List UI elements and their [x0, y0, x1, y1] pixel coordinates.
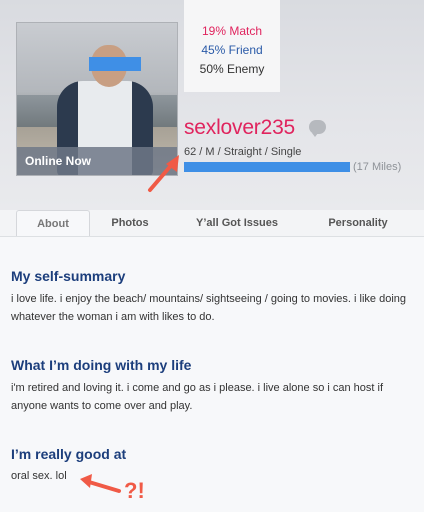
chat-bubble-icon[interactable] [309, 120, 326, 137]
photo-censor-bar [89, 57, 141, 71]
section-title-self-summary: My self-summary [11, 268, 126, 284]
match-percent: 19% Match [201, 24, 263, 38]
annotation-arrow-left-icon [80, 474, 121, 493]
tab-about[interactable]: About [16, 210, 90, 238]
username: sexlover235 [184, 116, 296, 139]
annotation-exclaim: ?! [124, 478, 145, 503]
tab-photos[interactable]: Photos [96, 210, 164, 238]
distance-bar [184, 162, 350, 172]
section-title-really-good-at: I’m really good at [11, 446, 127, 462]
profile-details: 62 / M / Straight / Single [184, 146, 302, 158]
section-text-really-good-at: oral sex. lol [11, 470, 67, 482]
distance-text: (17 Miles) [353, 161, 402, 173]
enemy-percent: 50% Enemy [199, 62, 265, 76]
tab-yall-got-issues[interactable]: Y’all Got Issues [172, 210, 302, 238]
section-title-doing-with-life: What I’m doing with my life [11, 357, 192, 373]
profile-tabs: About Photos Y’all Got Issues Personalit… [16, 210, 408, 238]
annotation-arrow-icon [148, 155, 179, 192]
section-text-self-summary: i love life. i enjoy the beach/ mountain… [11, 293, 407, 323]
friend-percent: 45% Friend [201, 43, 263, 57]
tab-personality[interactable]: Personality [308, 210, 408, 238]
match-stats: 19% Match 45% Friend 50% Enemy [184, 0, 280, 92]
section-text-doing-with-life: i'm retired and loving it. i come and go… [11, 382, 384, 412]
